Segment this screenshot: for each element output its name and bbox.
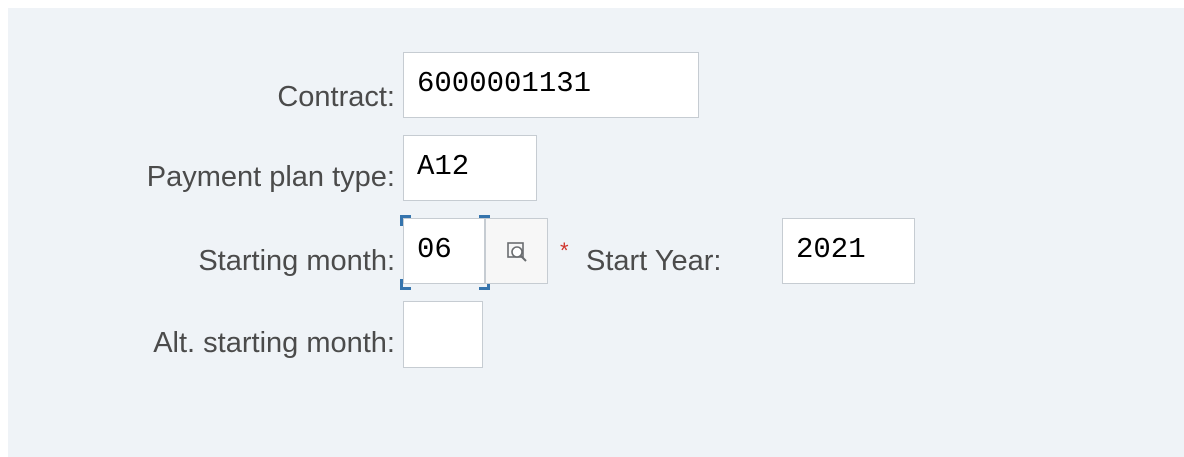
selection-form-panel: Contract: 6000001131 Payment plan type: … — [8, 8, 1184, 457]
required-marker: * — [560, 238, 569, 263]
focus-corner — [400, 215, 411, 226]
start-year-input[interactable]: 2021 — [782, 218, 915, 284]
starting-month-input[interactable]: 06 — [403, 218, 485, 284]
contract-input[interactable]: 6000001131 — [403, 52, 699, 118]
alt-starting-month-input[interactable] — [403, 301, 483, 368]
starting-month-label: Starting month: — [198, 245, 395, 277]
start-year-label: Start Year: — [586, 245, 722, 277]
value-help-icon — [507, 242, 527, 262]
alt-starting-month-label: Alt. starting month: — [153, 327, 395, 359]
payment-plan-type-input[interactable]: A12 — [403, 135, 537, 201]
focus-corner — [400, 279, 411, 290]
contract-label: Contract: — [277, 81, 395, 113]
starting-month-value-help-button[interactable] — [485, 218, 548, 284]
payment-plan-type-label: Payment plan type: — [146, 161, 395, 193]
